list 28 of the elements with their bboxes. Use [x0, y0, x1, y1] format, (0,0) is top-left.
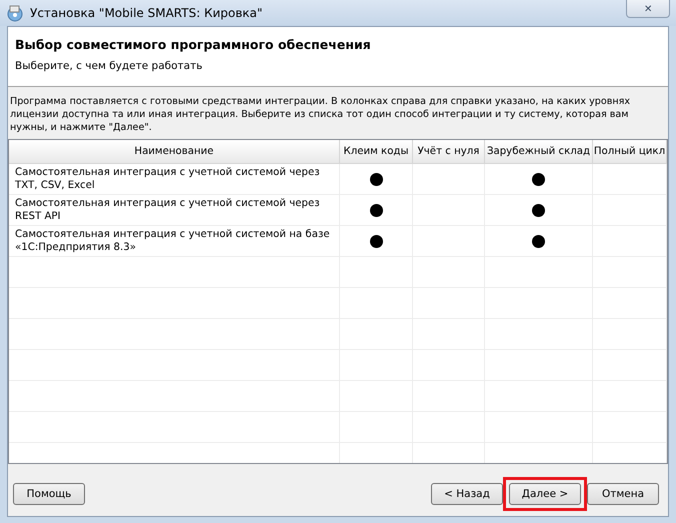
table-cell[interactable]	[413, 164, 485, 195]
table-cell[interactable]	[340, 195, 413, 226]
installer-icon	[6, 4, 24, 22]
table-cell[interactable]: Самостоятельная интеграция с учетной системой через TXT, CSV, Excel	[9, 164, 340, 195]
column-header[interactable]: Наименование	[9, 140, 340, 164]
table-cell[interactable]: Самостоятельная интеграция с учетной системой через REST API	[9, 195, 340, 226]
wizard-button[interactable]: Отмена	[587, 483, 659, 505]
table-cell[interactable]	[593, 226, 667, 257]
wizard-button[interactable]: < Назад	[431, 483, 503, 505]
table-cell[interactable]	[593, 195, 667, 226]
close-button[interactable]: ✕	[626, 0, 670, 18]
page-subtitle: Выберите, с чем будете работать	[15, 60, 204, 72]
table-cell[interactable]	[340, 164, 413, 195]
column-header[interactable]: Клеим коды	[340, 140, 413, 164]
column-header[interactable]: Учёт с нуля	[413, 140, 485, 164]
description-text: Программа поставляется с готовыми средствами интеграции. В колонках справа для справки указано, на каких уровнях лицензии доступна та или иная интеграция. Выберите из списка тот один способ интеграции и ту систему, которая вам нужны, и нажмите "Далее".	[9, 95, 632, 135]
table-cell[interactable]	[485, 195, 593, 226]
column-header[interactable]: Зарубежный склад	[485, 140, 593, 164]
wizard-button[interactable]: Далее >	[509, 483, 581, 505]
page-title: Выбор совместимого программного обеспечения	[15, 37, 372, 52]
wizard-button[interactable]: Помощь	[13, 483, 85, 505]
table-cell[interactable]	[340, 226, 413, 257]
window-title: Установка "Mobile SMARTS: Кировка"	[30, 6, 263, 20]
table-cell[interactable]	[593, 164, 667, 195]
column-header[interactable]: Полный цикл	[593, 140, 667, 164]
table-cell[interactable]: Самостоятельная интеграция с учетной системой на базе «1С:Предприятия 8.3»	[9, 226, 340, 257]
table-cell[interactable]	[485, 164, 593, 195]
table-cell[interactable]	[485, 226, 593, 257]
